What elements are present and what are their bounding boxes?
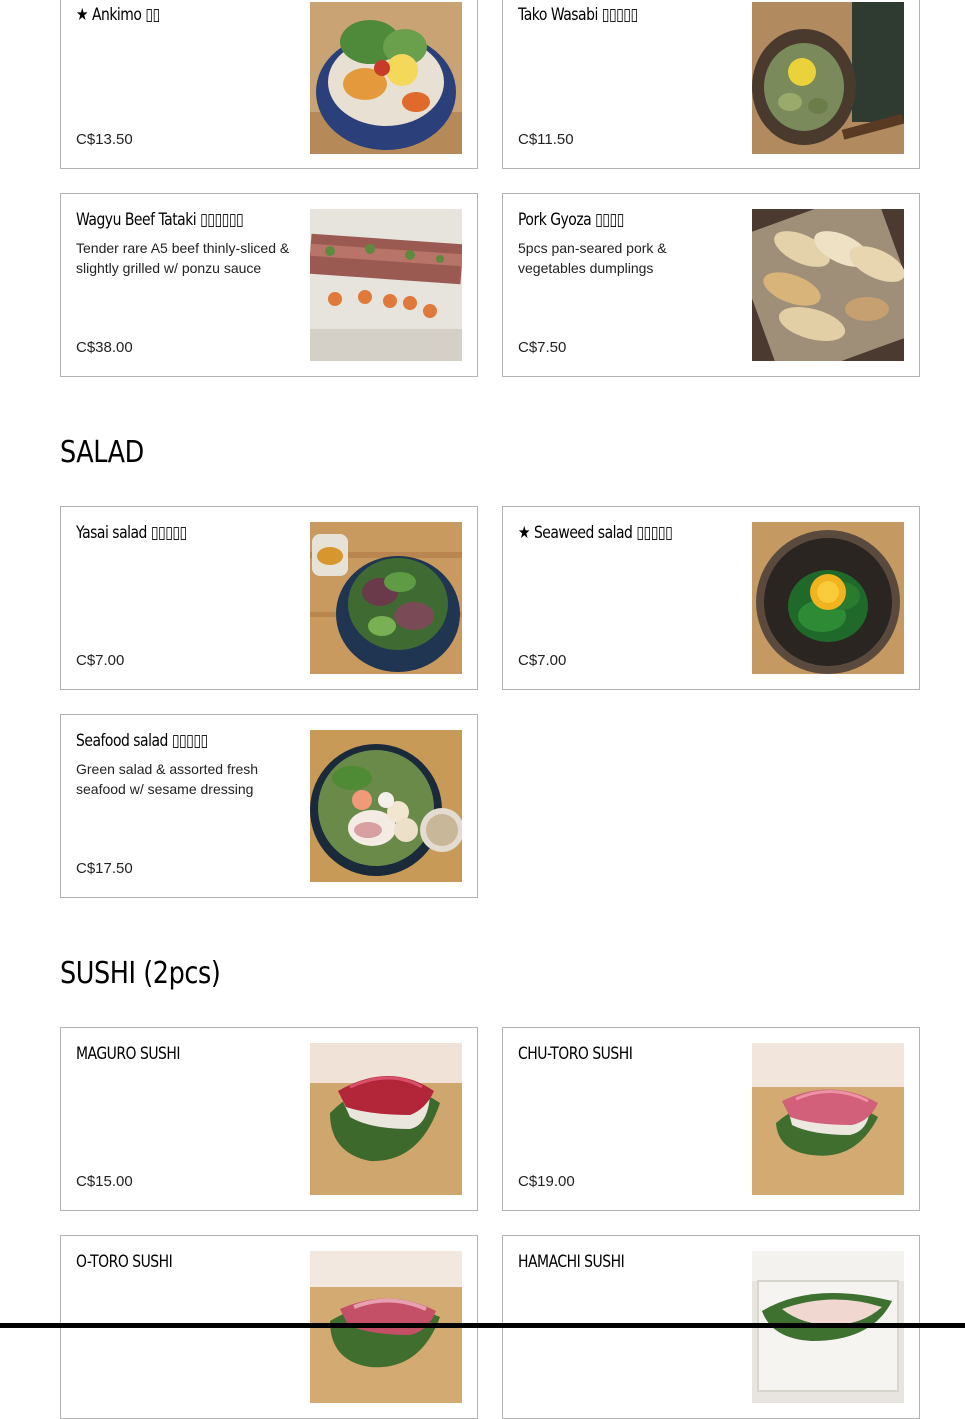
- item-price: C$7.00: [518, 652, 567, 669]
- menu-item-maguro-sushi[interactable]: MAGURO SUSHI C$15.00: [60, 1027, 478, 1211]
- item-name: MAGURO SUSHI: [76, 1044, 181, 1064]
- seaweed-salad-photo: [752, 522, 904, 674]
- ankimo-photo: [310, 2, 462, 154]
- item-price: C$38.00: [76, 339, 133, 356]
- item-price: C$19.00: [518, 1173, 575, 1190]
- menu-item-yasai-salad[interactable]: Yasai salad ▯▯▯▯▯ C$7.00: [60, 506, 478, 690]
- item-price: C$15.00: [76, 1173, 133, 1190]
- yasai-salad-photo: [310, 522, 462, 674]
- item-price: C$11.50: [518, 131, 574, 148]
- item-price: C$7.50: [518, 339, 567, 356]
- item-description: 5pcs pan-seared pork & vegetables dumpli…: [518, 240, 667, 276]
- menu-item-ankimo[interactable]: ★ Ankimo ▯▯ C$13.50: [60, 0, 478, 169]
- item-name: Seafood salad ▯▯▯▯▯: [76, 731, 208, 751]
- bottom-bar: [0, 1323, 965, 1328]
- item-name: HAMACHI SUSHI: [518, 1252, 625, 1272]
- tako-wasabi-photo: [752, 2, 904, 154]
- item-name: O-TORO SUSHI: [76, 1252, 173, 1272]
- chu-toro-sushi-photo: [752, 1043, 904, 1195]
- item-name: Tako Wasabi ▯▯▯▯▯: [518, 5, 638, 25]
- menu-item-seafood-salad[interactable]: Seafood salad ▯▯▯▯▯ Green salad & assort…: [60, 714, 478, 898]
- item-description: Tender rare A5 beef thinly-sliced & slig…: [76, 240, 290, 276]
- item-name: Pork Gyoza ▯▯▯▯: [518, 210, 624, 230]
- menu-item-tako-wasabi[interactable]: Tako Wasabi ▯▯▯▯▯ C$11.50: [502, 0, 920, 169]
- item-name: Wagyu Beef Tataki ▯▯▯▯▯▯: [76, 210, 244, 230]
- item-name: ★ Seaweed salad ▯▯▯▯▯: [518, 523, 673, 543]
- item-name: ★ Ankimo ▯▯: [76, 5, 160, 25]
- menu-item-wagyu-beef-tataki[interactable]: Wagyu Beef Tataki ▯▯▯▯▯▯ Tender rare A5 …: [60, 193, 478, 377]
- menu-item-pork-gyoza[interactable]: Pork Gyoza ▯▯▯▯ 5pcs pan-seared pork & v…: [502, 193, 920, 377]
- wagyu-photo: [310, 209, 462, 361]
- item-price: C$7.00: [76, 652, 125, 669]
- section-title-salad: SALAD: [60, 435, 144, 470]
- menu-item-seaweed-salad[interactable]: ★ Seaweed salad ▯▯▯▯▯ C$7.00: [502, 506, 920, 690]
- section-title-sushi: SUSHI (2pcs): [60, 956, 221, 991]
- item-name: CHU-TORO SUSHI: [518, 1044, 633, 1064]
- item-price: C$17.50: [76, 860, 133, 877]
- gyoza-photo: [752, 209, 904, 361]
- item-name: Yasai salad ▯▯▯▯▯: [76, 523, 187, 543]
- seafood-salad-photo: [310, 730, 462, 882]
- item-description: Green salad & assorted fresh seafood w/ …: [76, 761, 259, 797]
- item-price: C$13.50: [76, 131, 133, 148]
- maguro-sushi-photo: [310, 1043, 462, 1195]
- menu-item-chu-toro-sushi[interactable]: CHU-TORO SUSHI C$19.00: [502, 1027, 920, 1211]
